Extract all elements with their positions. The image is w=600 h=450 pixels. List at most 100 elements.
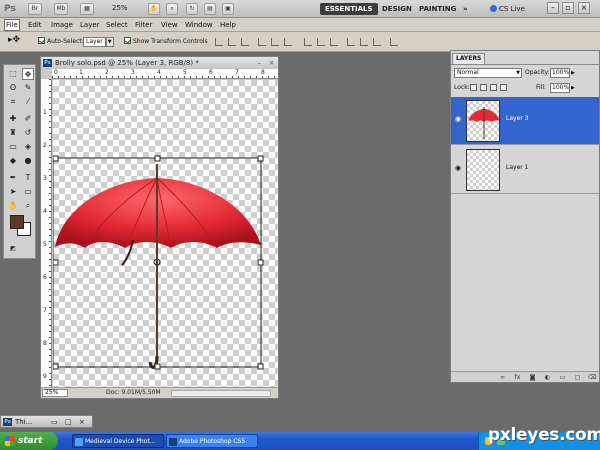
lock-transparent-icon[interactable] xyxy=(470,84,477,91)
hand-tool-icon[interactable]: ✋ xyxy=(7,200,19,212)
close-window-icon[interactable]: × xyxy=(79,416,85,428)
transform-handle-top-left[interactable] xyxy=(53,155,59,162)
auto-align-icon[interactable] xyxy=(390,38,398,46)
transform-handle-bottom-right[interactable] xyxy=(257,363,264,370)
move-tool-icon[interactable]: ✥ xyxy=(22,68,34,80)
layer-row-layer-3[interactable]: ◉ Layer 3 xyxy=(451,97,599,145)
zoom-tool-button[interactable]: ⌕ xyxy=(166,3,178,15)
umbrella-artwork[interactable] xyxy=(53,80,278,387)
workspace-painting[interactable]: PAINTING xyxy=(414,3,461,15)
new-group-icon[interactable]: ▭ xyxy=(559,374,566,381)
move-tool-preset-icon[interactable]: ▸✥ xyxy=(8,35,20,45)
zoom-field[interactable]: 25% xyxy=(42,389,68,397)
opacity-field[interactable]: 100% xyxy=(550,68,570,78)
document-title-bar[interactable]: Ps Brolly solo.psd @ 25% (Layer 3, RGB/8… xyxy=(41,57,278,69)
transform-controls-checkbox[interactable] xyxy=(124,37,131,44)
distribute-hcenter-icon[interactable] xyxy=(360,38,368,46)
zoom-tool-icon[interactable]: ⌕ xyxy=(22,200,34,212)
doc-close-icon[interactable]: × xyxy=(267,59,276,67)
menu-view[interactable]: View xyxy=(160,20,179,30)
workspace-design[interactable]: DESIGN xyxy=(377,3,417,15)
horizontal-scrollbar[interactable] xyxy=(171,390,271,397)
cs-live-button[interactable]: CS Live xyxy=(490,3,525,15)
taskbar-button-browser[interactable]: Medieval Device Phot... xyxy=(72,434,164,448)
align-left-icon[interactable] xyxy=(258,38,266,46)
menu-help[interactable]: Help xyxy=(219,20,237,30)
path-select-tool-icon[interactable]: ➤ xyxy=(7,186,19,198)
eraser-tool-icon[interactable]: ▭ xyxy=(7,141,19,153)
align-hcenter-icon[interactable] xyxy=(271,38,279,46)
distribute-vcenter-icon[interactable] xyxy=(317,38,325,46)
dodge-tool-icon[interactable]: ● xyxy=(22,155,34,167)
pen-tool-icon[interactable]: ✒ xyxy=(7,172,19,184)
align-top-icon[interactable] xyxy=(215,38,223,46)
restore-button[interactable]: ▫ xyxy=(562,2,574,14)
layer-mask-icon[interactable]: ◙ xyxy=(529,374,536,381)
new-layer-icon[interactable]: ▢ xyxy=(574,374,581,381)
minimize-button[interactable]: – xyxy=(547,2,559,14)
foreground-color-swatch[interactable] xyxy=(10,215,24,229)
align-right-icon[interactable] xyxy=(284,38,292,46)
quick-select-tool-icon[interactable]: ✎ xyxy=(22,82,34,94)
transform-handle-left[interactable] xyxy=(53,259,59,266)
marquee-tool-icon[interactable]: ⬚ xyxy=(7,68,19,80)
paint-bucket-tool-icon[interactable]: ◈ xyxy=(22,141,34,153)
distribute-left-icon[interactable] xyxy=(347,38,355,46)
mini-bridge-button[interactable]: Mb xyxy=(54,3,68,15)
bridge-button[interactable]: Br xyxy=(28,3,42,15)
hand-tool-button[interactable]: ✋ xyxy=(148,3,160,15)
auto-select-checkbox[interactable] xyxy=(38,37,45,44)
menu-filter[interactable]: Filter xyxy=(134,20,153,30)
workspace-essentials[interactable]: ESSENTIALS xyxy=(320,3,378,15)
healing-brush-tool-icon[interactable]: ✚ xyxy=(7,113,19,125)
menu-window[interactable]: Window xyxy=(184,20,214,30)
close-button[interactable]: × xyxy=(578,2,590,14)
start-button[interactable]: start xyxy=(0,432,58,450)
history-brush-tool-icon[interactable]: ↺ xyxy=(22,127,34,139)
distribute-top-icon[interactable] xyxy=(304,38,312,46)
layer-row-layer-1[interactable]: ◉ Layer 1 xyxy=(451,146,599,194)
view-extras-button[interactable]: ▦ xyxy=(80,3,94,15)
distribute-right-icon[interactable] xyxy=(373,38,381,46)
blend-mode-dropdown[interactable]: Normal ▼ xyxy=(454,68,522,78)
menu-edit[interactable]: Edit xyxy=(27,20,43,30)
menu-select[interactable]: Select xyxy=(105,20,129,30)
transform-handle-top[interactable] xyxy=(154,155,161,162)
maximize-window-icon[interactable]: □ xyxy=(65,416,72,428)
link-layers-icon[interactable]: ∞ xyxy=(499,374,506,381)
blur-tool-icon[interactable]: ◆ xyxy=(7,155,19,167)
eye-icon[interactable]: ◉ xyxy=(454,164,462,172)
transform-handle-bottom-left[interactable] xyxy=(53,363,59,370)
transform-handle-right[interactable] xyxy=(257,259,264,266)
chevron-right-icon[interactable]: ▶ xyxy=(571,68,575,78)
rotate-view-button[interactable]: ↻ xyxy=(186,3,198,15)
transform-controls-option[interactable]: Show Transform Controls xyxy=(124,37,208,47)
document-size-info[interactable]: Doc: 9.01M/5.50M xyxy=(106,388,161,398)
lock-pixels-icon[interactable] xyxy=(480,84,487,91)
screen-mode-button[interactable]: ▣ xyxy=(222,3,234,15)
minimized-document-window[interactable]: Ps Thi... ▭ □ × xyxy=(0,415,93,428)
transform-handle-top-right[interactable] xyxy=(257,155,264,162)
zoom-level-dropdown[interactable]: 25% xyxy=(112,4,128,12)
layers-tab[interactable]: LAYERS xyxy=(452,53,486,64)
auto-select-dropdown[interactable]: Layer ▼ xyxy=(83,37,114,47)
taskbar-button-photoshop[interactable]: Adobe Photoshop CS5 xyxy=(166,434,258,448)
lock-position-icon[interactable] xyxy=(490,84,497,91)
lasso-tool-icon[interactable]: ʘ xyxy=(7,82,19,94)
clone-stamp-tool-icon[interactable]: ♜ xyxy=(7,127,19,139)
menu-layer[interactable]: Layer xyxy=(79,20,101,30)
lock-all-icon[interactable] xyxy=(500,84,507,91)
menu-image[interactable]: Image xyxy=(50,20,74,30)
transform-handle-bottom[interactable] xyxy=(154,363,161,370)
auto-select-option[interactable]: Auto-Select: xyxy=(38,37,84,47)
more-workspaces-button[interactable]: » xyxy=(458,3,473,15)
menu-file[interactable]: File xyxy=(4,19,20,31)
crop-tool-icon[interactable]: ⌗ xyxy=(7,96,19,108)
document-canvas[interactable] xyxy=(53,80,278,387)
eyedropper-tool-icon[interactable]: ⁄ xyxy=(22,96,34,108)
layer-style-icon[interactable]: fx xyxy=(514,374,521,381)
arrange-documents-button[interactable]: ▤ xyxy=(204,3,216,15)
align-vcenter-icon[interactable] xyxy=(228,38,236,46)
type-tool-icon[interactable]: T xyxy=(22,172,34,184)
align-bottom-icon[interactable] xyxy=(241,38,249,46)
